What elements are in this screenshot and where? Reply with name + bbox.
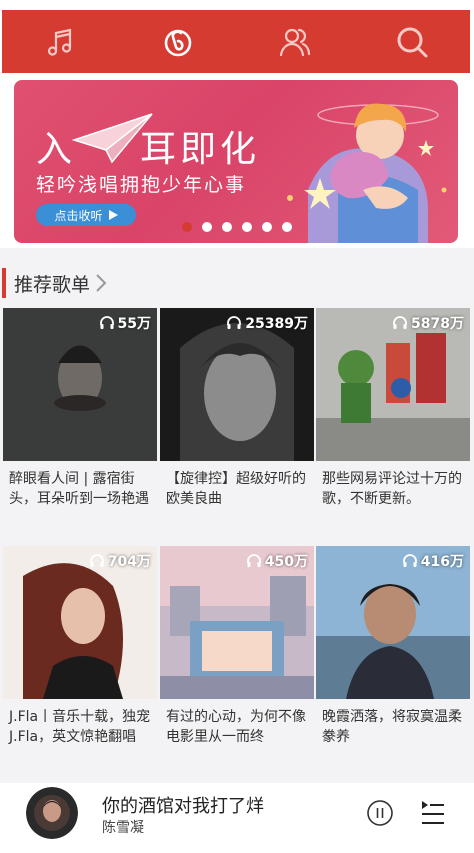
listen-now-button[interactable]: 点击收听 bbox=[36, 204, 136, 226]
headphones-icon bbox=[393, 316, 407, 329]
playlist-cover: 5878万 bbox=[316, 308, 470, 461]
chevron-right-icon bbox=[96, 274, 107, 292]
playlist-queue-icon[interactable] bbox=[420, 799, 446, 827]
headphones-icon bbox=[227, 316, 242, 329]
carousel-dot[interactable] bbox=[242, 222, 252, 232]
carousel-dots bbox=[182, 222, 292, 232]
playlist-card[interactable]: 55万 醉眼看人间 | 露宿街头，耳朵听到一场艳遇 bbox=[3, 308, 157, 509]
carousel-dot[interactable] bbox=[262, 222, 272, 232]
playlist-card[interactable]: 5878万 那些网易评论过十万的歌，不断更新。 bbox=[316, 308, 470, 509]
section-header[interactable]: 推荐歌单 bbox=[2, 268, 108, 298]
banner-title: 入耳即化 bbox=[36, 129, 261, 170]
mini-player[interactable]: 你的酒馆对我打了烊 陈雪凝 bbox=[2, 783, 470, 845]
playlist-title: 【旋律控】超级好听的欧美良曲 bbox=[166, 471, 306, 507]
playlist-card[interactable]: 450万 有过的心动，为何不像电影里从一而终 bbox=[160, 546, 314, 747]
banner-carousel: 入耳即化 轻吟浅唱拥抱少年心事 点击收听 bbox=[2, 73, 470, 248]
playlist-title: 醉眼看人间 | 露宿街头，耳朵听到一场艳遇 bbox=[9, 471, 149, 507]
artist-name: 陈雪凝 bbox=[102, 820, 144, 836]
netease-logo-icon[interactable] bbox=[158, 22, 198, 62]
album-art[interactable] bbox=[26, 787, 78, 839]
playlist-card[interactable]: 704万 J.Fla丨音乐十载，独宠J.Fla，英文惊艳翻唱 bbox=[3, 546, 157, 747]
section-title: 推荐歌单 bbox=[14, 273, 91, 296]
carousel-dot[interactable] bbox=[282, 222, 292, 232]
play-count: 704万 bbox=[89, 551, 151, 571]
playlist-title: 晚霞洒落，将寂寞温柔豢养 bbox=[322, 709, 462, 745]
playlist-title: 有过的心动，为何不像电影里从一而终 bbox=[166, 709, 306, 745]
playlist-cover: 704万 bbox=[3, 546, 157, 699]
play-count: 450万 bbox=[246, 551, 308, 571]
headphones-icon bbox=[246, 554, 261, 567]
playlist-cover: 55万 bbox=[3, 308, 157, 461]
carousel-dot[interactable] bbox=[182, 222, 192, 232]
carousel-dot[interactable] bbox=[222, 222, 232, 232]
playlist-cover: 450万 bbox=[160, 546, 314, 699]
playlist-cover: 25389万 bbox=[160, 308, 314, 461]
playlist-cover: 416万 bbox=[316, 546, 470, 699]
friends-icon[interactable] bbox=[275, 22, 315, 62]
playlist-title: J.Fla丨音乐十载，独宠J.Fla，英文惊艳翻唱 bbox=[9, 709, 151, 745]
play-count: 55万 bbox=[99, 313, 151, 333]
playlist-title: 那些网易评论过十万的歌，不断更新。 bbox=[322, 471, 462, 507]
banner-slide[interactable]: 入耳即化 轻吟浅唱拥抱少年心事 点击收听 bbox=[14, 80, 458, 243]
headphones-icon bbox=[89, 554, 104, 567]
playlist-card[interactable]: 25389万 【旋律控】超级好听的欧美良曲 bbox=[160, 308, 314, 509]
music-note-icon[interactable] bbox=[41, 22, 81, 62]
pause-icon[interactable] bbox=[366, 799, 394, 827]
play-count: 25389万 bbox=[226, 313, 308, 333]
play-triangle-icon bbox=[108, 210, 118, 220]
song-title: 你的酒馆对我打了烊 bbox=[102, 796, 264, 817]
carousel-dot[interactable] bbox=[202, 222, 212, 232]
bottom-spacer bbox=[0, 845, 474, 853]
headphones-icon bbox=[99, 316, 114, 329]
headphones-icon bbox=[402, 554, 417, 567]
search-icon[interactable] bbox=[392, 22, 432, 62]
playlist-card[interactable]: 416万 晚霞洒落，将寂寞温柔豢养 bbox=[316, 546, 470, 747]
banner-subtitle: 轻吟浅唱拥抱少年心事 bbox=[36, 174, 247, 196]
banner-illustration bbox=[287, 103, 447, 243]
play-count: 416万 bbox=[402, 551, 464, 571]
play-count: 5878万 bbox=[392, 313, 464, 333]
top-nav-bar bbox=[2, 10, 470, 73]
